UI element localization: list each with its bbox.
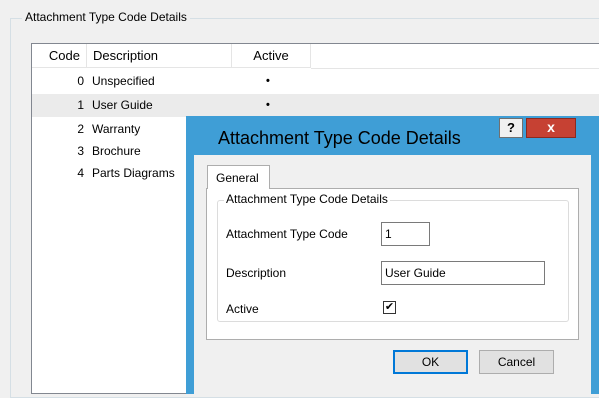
row-code: 1 [77, 98, 84, 112]
row-code: 3 [77, 144, 84, 158]
tab-panel-general: Attachment Type Code Details Attachment … [206, 188, 579, 340]
ok-button[interactable]: OK [393, 350, 468, 374]
row-code: 4 [77, 166, 84, 180]
cancel-button[interactable]: Cancel [479, 350, 554, 374]
row-active: • [266, 75, 270, 87]
active-checkbox[interactable]: ✔ [383, 301, 396, 314]
active-label: Active [226, 302, 259, 316]
column-header-description[interactable]: Description [87, 44, 232, 68]
column-header-code[interactable]: Code [32, 44, 87, 68]
row-description: Unspecified [92, 74, 155, 88]
close-button[interactable]: x [526, 118, 576, 138]
list-item[interactable]: 0 Unspecified • [32, 70, 599, 93]
row-description: User Guide [92, 98, 153, 112]
row-code: 2 [77, 122, 84, 136]
outer-group-title: Attachment Type Code Details [22, 10, 190, 24]
code-label: Attachment Type Code [226, 227, 348, 241]
row-active: • [266, 99, 270, 111]
details-dialog: Attachment Type Code Details ? x General… [186, 116, 599, 394]
list-item-selected[interactable]: 1 User Guide • [32, 94, 599, 117]
description-input[interactable]: User Guide [381, 261, 545, 285]
description-label: Description [226, 266, 287, 280]
tab-general[interactable]: General [207, 165, 270, 189]
dialog-client-area: General Attachment Type Code Details Att… [194, 155, 591, 394]
list-header: Code Description Active [32, 44, 599, 69]
details-group-title: Attachment Type Code Details [224, 192, 390, 206]
column-header-active[interactable]: Active [232, 44, 311, 68]
code-input[interactable]: 1 [381, 222, 430, 246]
dialog-title: Attachment Type Code Details [218, 128, 461, 148]
help-button[interactable]: ? [499, 118, 523, 138]
row-code: 0 [77, 74, 84, 88]
column-header-filler [311, 44, 599, 69]
